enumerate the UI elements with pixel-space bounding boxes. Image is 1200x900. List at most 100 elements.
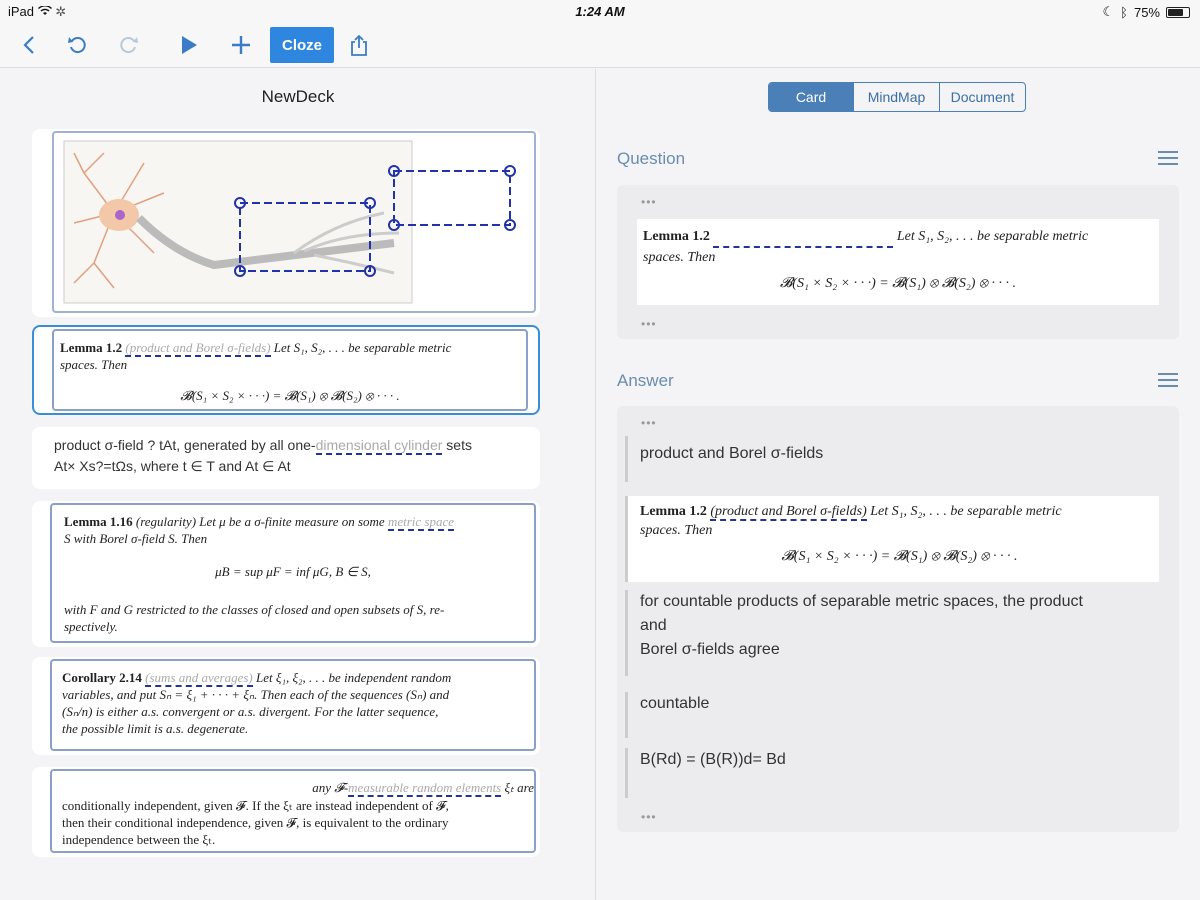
cloze-span[interactable]: (sums and averages): [145, 670, 253, 687]
answer-item[interactable]: product and Borel σ-fields: [625, 436, 1159, 482]
corollary-body-2: variables, and put Sₙ = ξ₁ + · · · + ξₙ.…: [62, 687, 450, 702]
answer-text: product and Borel σ-fields: [640, 445, 824, 462]
cloze-span[interactable]: measurable random elements: [348, 780, 502, 797]
deck-pane: NewDeck Lemma 1.2 (product and Borel σ-f…: [0, 69, 596, 900]
lemma-1-2-text: Lemma 1.2 (product and Borel σ-fields) L…: [60, 339, 526, 373]
lemma-1-2-card[interactable]: Lemma 1.2 (product and Borel σ-fields) L…: [32, 325, 540, 415]
lemma-1-16-frame: Lemma 1.16 (regularity) Let μ be a σ-fin…: [50, 503, 536, 643]
cloze-span[interactable]: (product and Borel σ-fields): [125, 340, 271, 357]
lemma-formula: μB = sup μF = inf μG, B ∈ S,: [215, 564, 371, 579]
lemma-1-16-text: Lemma 1.16 (regularity) Let μ be a σ-fin…: [64, 513, 534, 547]
tab-mindmap[interactable]: MindMap: [853, 83, 939, 111]
lemma-1-16-tail: with F and G restricted to the classes o…: [64, 601, 534, 635]
question-dots-bottom[interactable]: •••: [641, 317, 657, 331]
question-cloze-blank[interactable]: [713, 227, 894, 248]
answer-item[interactable]: B(Rd) = (B(R))d= Bd: [625, 748, 1159, 798]
lemma-tag: (regularity): [135, 514, 197, 529]
question-formula: 𝓑(S₁ × S₂ × · · ·) = 𝓑(S₁) ⊗ 𝓑(S₂) ⊗ · ·…: [779, 276, 1017, 291]
corollary-body-4: the possible limit is a.s. degenerate.: [62, 721, 249, 736]
text-card[interactable]: product σ-field ? tAt, generated by all …: [32, 427, 540, 489]
answer-dots-bottom[interactable]: •••: [641, 810, 657, 824]
plus-icon: [232, 36, 250, 54]
lemma-1-2-frame: Lemma 1.2 (product and Borel σ-fields) L…: [52, 329, 528, 411]
corollary-title: Corollary 2.14: [62, 670, 142, 685]
add-button[interactable]: [226, 30, 256, 60]
toolbar: [0, 22, 1200, 68]
question-body-2: spaces. Then: [643, 250, 716, 265]
battery-icon: [1166, 6, 1190, 18]
cloze-button[interactable]: Cloze: [270, 27, 334, 63]
share-button[interactable]: [344, 30, 374, 60]
answer-dots-top[interactable]: •••: [641, 416, 657, 430]
corollary-2-14-card[interactable]: Corollary 2.14 (sums and averages) Let ξ…: [32, 657, 540, 755]
question-menu-icon[interactable]: [1158, 151, 1178, 165]
answer-lemma-body-2: spaces. Then: [640, 523, 713, 538]
independence-body-3: independence between the ξₜ.: [62, 832, 216, 847]
view-segmented-control: Card MindMap Document: [768, 82, 1026, 112]
independence-text: conditionally independent, given 𝓕. If t…: [62, 797, 534, 848]
answer-item[interactable]: countable: [625, 692, 1159, 738]
independence-body-2: then their conditional independence, giv…: [62, 815, 449, 830]
back-button[interactable]: [14, 30, 44, 60]
corollary-frame: Corollary 2.14 (sums and averages) Let ξ…: [50, 659, 536, 751]
image-card[interactable]: [32, 129, 540, 317]
answer-panel: ••• product and Borel σ-fields Lemma 1.2…: [617, 406, 1179, 832]
lemma-title: Lemma 1.16: [64, 514, 133, 529]
lemma-body: Let μ be a σ-finite measure on some: [199, 514, 385, 529]
independence-card[interactable]: any 𝓕-measurable random elements ξₜ are …: [32, 767, 540, 857]
battery-percent: 75%: [1133, 4, 1160, 20]
status-right: ☾ ᛒ 75%: [1102, 4, 1190, 20]
cloze-span[interactable]: metric space: [387, 514, 454, 531]
answer-lemma-title: Lemma 1.2: [640, 504, 707, 519]
answer-text-line3: Borel σ-fields agree: [640, 641, 780, 658]
answer-text: B(Rd) = (B(R))d= Bd: [640, 751, 786, 768]
deck-title: NewDeck: [261, 87, 335, 106]
cloze-span[interactable]: dimensional cylinder: [315, 437, 443, 455]
answer-menu-icon[interactable]: [1158, 373, 1178, 387]
status-bar: iPad ✲ 1:24 AM ☾ ᛒ 75%: [0, 0, 1200, 22]
moon-icon: ☾: [1102, 4, 1115, 19]
lemma-body-3: with F and G restricted to the classes o…: [64, 602, 445, 617]
question-content: Lemma 1.2 Let S₁, S₂, . . . be separable…: [637, 219, 1159, 305]
lemma-body: Let S₁, S₂, . . . be separable metric: [273, 340, 452, 355]
card-detail-pane: Card MindMap Document Question ••• Lemma…: [597, 69, 1200, 900]
answer-lemma-formula: 𝓑(S₁ × S₂ × · · ·) = 𝓑(S₁) ⊗ 𝓑(S₂) ⊗ · ·…: [781, 549, 1018, 564]
question-label: Question: [617, 149, 686, 168]
chevron-left-icon: [23, 36, 34, 54]
undo-icon: [68, 37, 86, 54]
lemma-formula: 𝓑(S₁ × S₂ × · · ·) = 𝓑(S₁) ⊗ 𝓑(S₂) ⊗ · ·…: [180, 388, 400, 403]
question-body: Let S₁, S₂, . . . be separable metric: [896, 229, 1089, 244]
lemma-1-16-card[interactable]: Lemma 1.16 (regularity) Let μ be a σ-fin…: [32, 501, 540, 647]
answer-item[interactable]: for countable products of separable metr…: [625, 590, 1159, 676]
neuron-diagram: [63, 140, 532, 304]
question-dots-top[interactable]: •••: [641, 195, 657, 209]
independence-body-0b: ξₜ are: [501, 780, 535, 795]
answer-item-lemma[interactable]: Lemma 1.2 (product and Borel σ-fields) L…: [625, 496, 1159, 582]
tab-document[interactable]: Document: [939, 83, 1025, 111]
redo-icon: [120, 37, 138, 54]
answer-lemma-text: Lemma 1.2 (product and Borel σ-fields) L…: [640, 496, 1159, 540]
text-card-line1-end: sets: [442, 437, 472, 453]
text-card-line2: At× Xs?=tΩs, where t ∈ T and At ∈ At: [54, 458, 291, 474]
lemma-title: Lemma 1.2: [60, 340, 123, 355]
text-card-body: product σ-field ? tAt, generated by all …: [54, 435, 534, 477]
question-text: Lemma 1.2 Let S₁, S₂, . . . be separable…: [643, 227, 1153, 267]
independence-body-0: any 𝓕-: [312, 780, 349, 795]
undo-button[interactable]: [62, 30, 92, 60]
answer-lemma-cloze[interactable]: (product and Borel σ-fields): [710, 504, 867, 521]
corollary-body-3: (Sₙ/n) is either a.s. convergent or a.s.…: [62, 704, 439, 719]
question-panel: ••• Lemma 1.2 Let S₁, S₂, . . . be separ…: [617, 185, 1179, 339]
corollary-body: Let ξ₁, ξ₂, . . . be independent random: [256, 670, 452, 685]
play-button[interactable]: [174, 30, 204, 60]
share-icon: [351, 34, 367, 56]
answer-text: countable: [640, 695, 710, 712]
tab-card[interactable]: Card: [769, 83, 853, 111]
independence-frame: any 𝓕-measurable random elements ξₜ are …: [50, 769, 536, 853]
status-time: 1:24 AM: [575, 4, 625, 19]
answer-text-line2: and: [640, 617, 667, 634]
answer-text-line1: for countable products of separable metr…: [640, 593, 1083, 610]
image-card-frame: [52, 131, 536, 313]
text-card-line1: product σ-field ? tAt, generated by all …: [54, 437, 316, 453]
redo-button[interactable]: [114, 30, 144, 60]
corollary-text: Corollary 2.14 (sums and averages) Let ξ…: [62, 669, 534, 737]
